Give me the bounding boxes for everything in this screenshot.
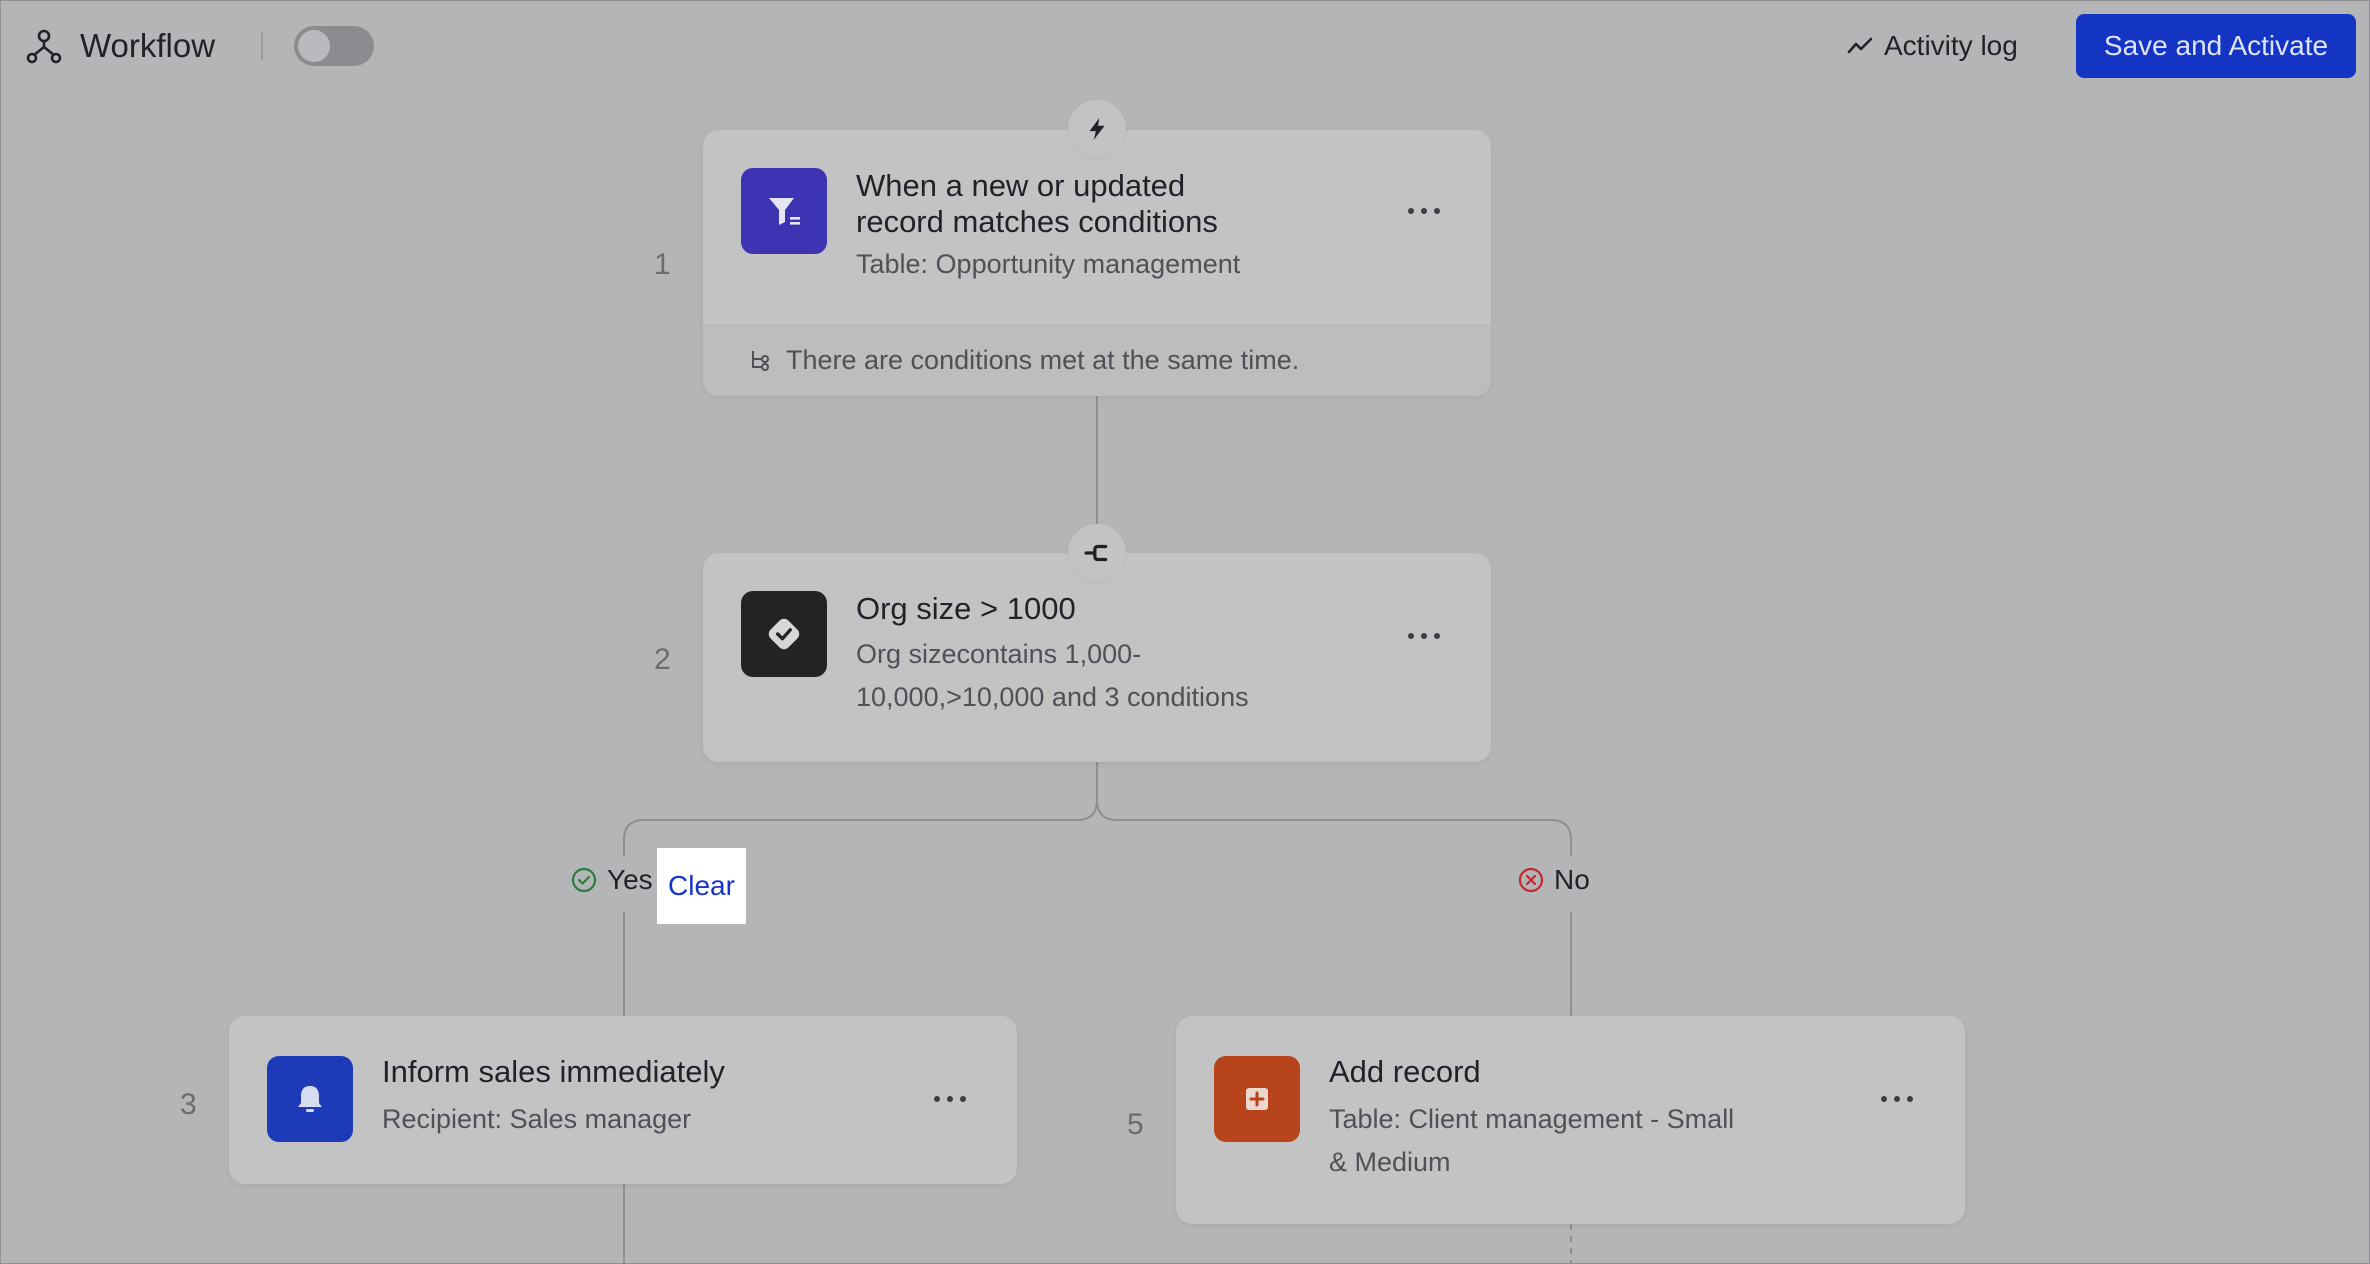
trigger-title-line2: record matches conditions (856, 204, 1218, 239)
step-number: 2 (654, 643, 671, 676)
condition-card[interactable]: Org size > 1000 Org sizecontains 1,000- … (703, 553, 1491, 762)
add-record-icon (1214, 1056, 1300, 1142)
trigger-card[interactable]: When a new or updated record matches con… (703, 130, 1491, 396)
step-number: 3 (180, 1088, 197, 1121)
check-circle-icon (571, 867, 597, 893)
step-number: 1 (654, 248, 671, 281)
notify-title: Inform sales immediately (382, 1054, 725, 1089)
add-record-card[interactable]: Add record Table: Client management - Sm… (1176, 1016, 1965, 1224)
more-options-icon[interactable] (1408, 633, 1440, 639)
bell-icon (267, 1056, 353, 1142)
add-record-title: Add record (1329, 1054, 1481, 1089)
branch-list-icon (752, 351, 769, 371)
yes-label: Yes (607, 864, 653, 895)
condition-subtitle-line2: 10,000,>10,000 and 3 conditions (856, 682, 1249, 712)
clear-button[interactable]: Clear (657, 848, 746, 924)
trigger-title-line1: When a new or updated (856, 168, 1186, 203)
no-label: No (1554, 864, 1590, 895)
trigger-subtitle: Table: Opportunity management (856, 249, 1241, 279)
more-options-icon[interactable] (934, 1096, 966, 1102)
more-options-icon[interactable] (1881, 1096, 1913, 1102)
condition-subtitle-line1: Org sizecontains 1,000- (856, 639, 1142, 669)
trigger-footer-text: There are conditions met at the same tim… (786, 344, 1300, 375)
trigger-footer: There are conditions met at the same tim… (703, 324, 1491, 396)
lightning-icon (1068, 100, 1126, 158)
add-record-subtitle-line1: Table: Client management - Small (1329, 1104, 1735, 1134)
notify-card[interactable]: Inform sales immediately Recipient: Sale… (229, 1016, 1017, 1184)
step-number: 5 (1127, 1108, 1144, 1141)
branch-icon (1068, 524, 1126, 582)
yes-branch-label: Yes (571, 864, 653, 896)
condition-check-icon (741, 591, 827, 677)
no-branch-label: No (1518, 864, 1590, 896)
x-circle-icon (1518, 867, 1544, 893)
condition-title: Org size > 1000 (856, 591, 1076, 626)
filter-icon (741, 168, 827, 254)
condition-subtitle: Org sizecontains 1,000- 10,000,>10,000 a… (856, 633, 1249, 719)
add-record-subtitle-line2: & Medium (1329, 1147, 1451, 1177)
notify-subtitle: Recipient: Sales manager (382, 1104, 692, 1134)
trigger-title: When a new or updated record matches con… (856, 168, 1218, 240)
add-record-subtitle: Table: Client management - Small & Mediu… (1329, 1098, 1734, 1184)
more-options-icon[interactable] (1408, 208, 1440, 214)
